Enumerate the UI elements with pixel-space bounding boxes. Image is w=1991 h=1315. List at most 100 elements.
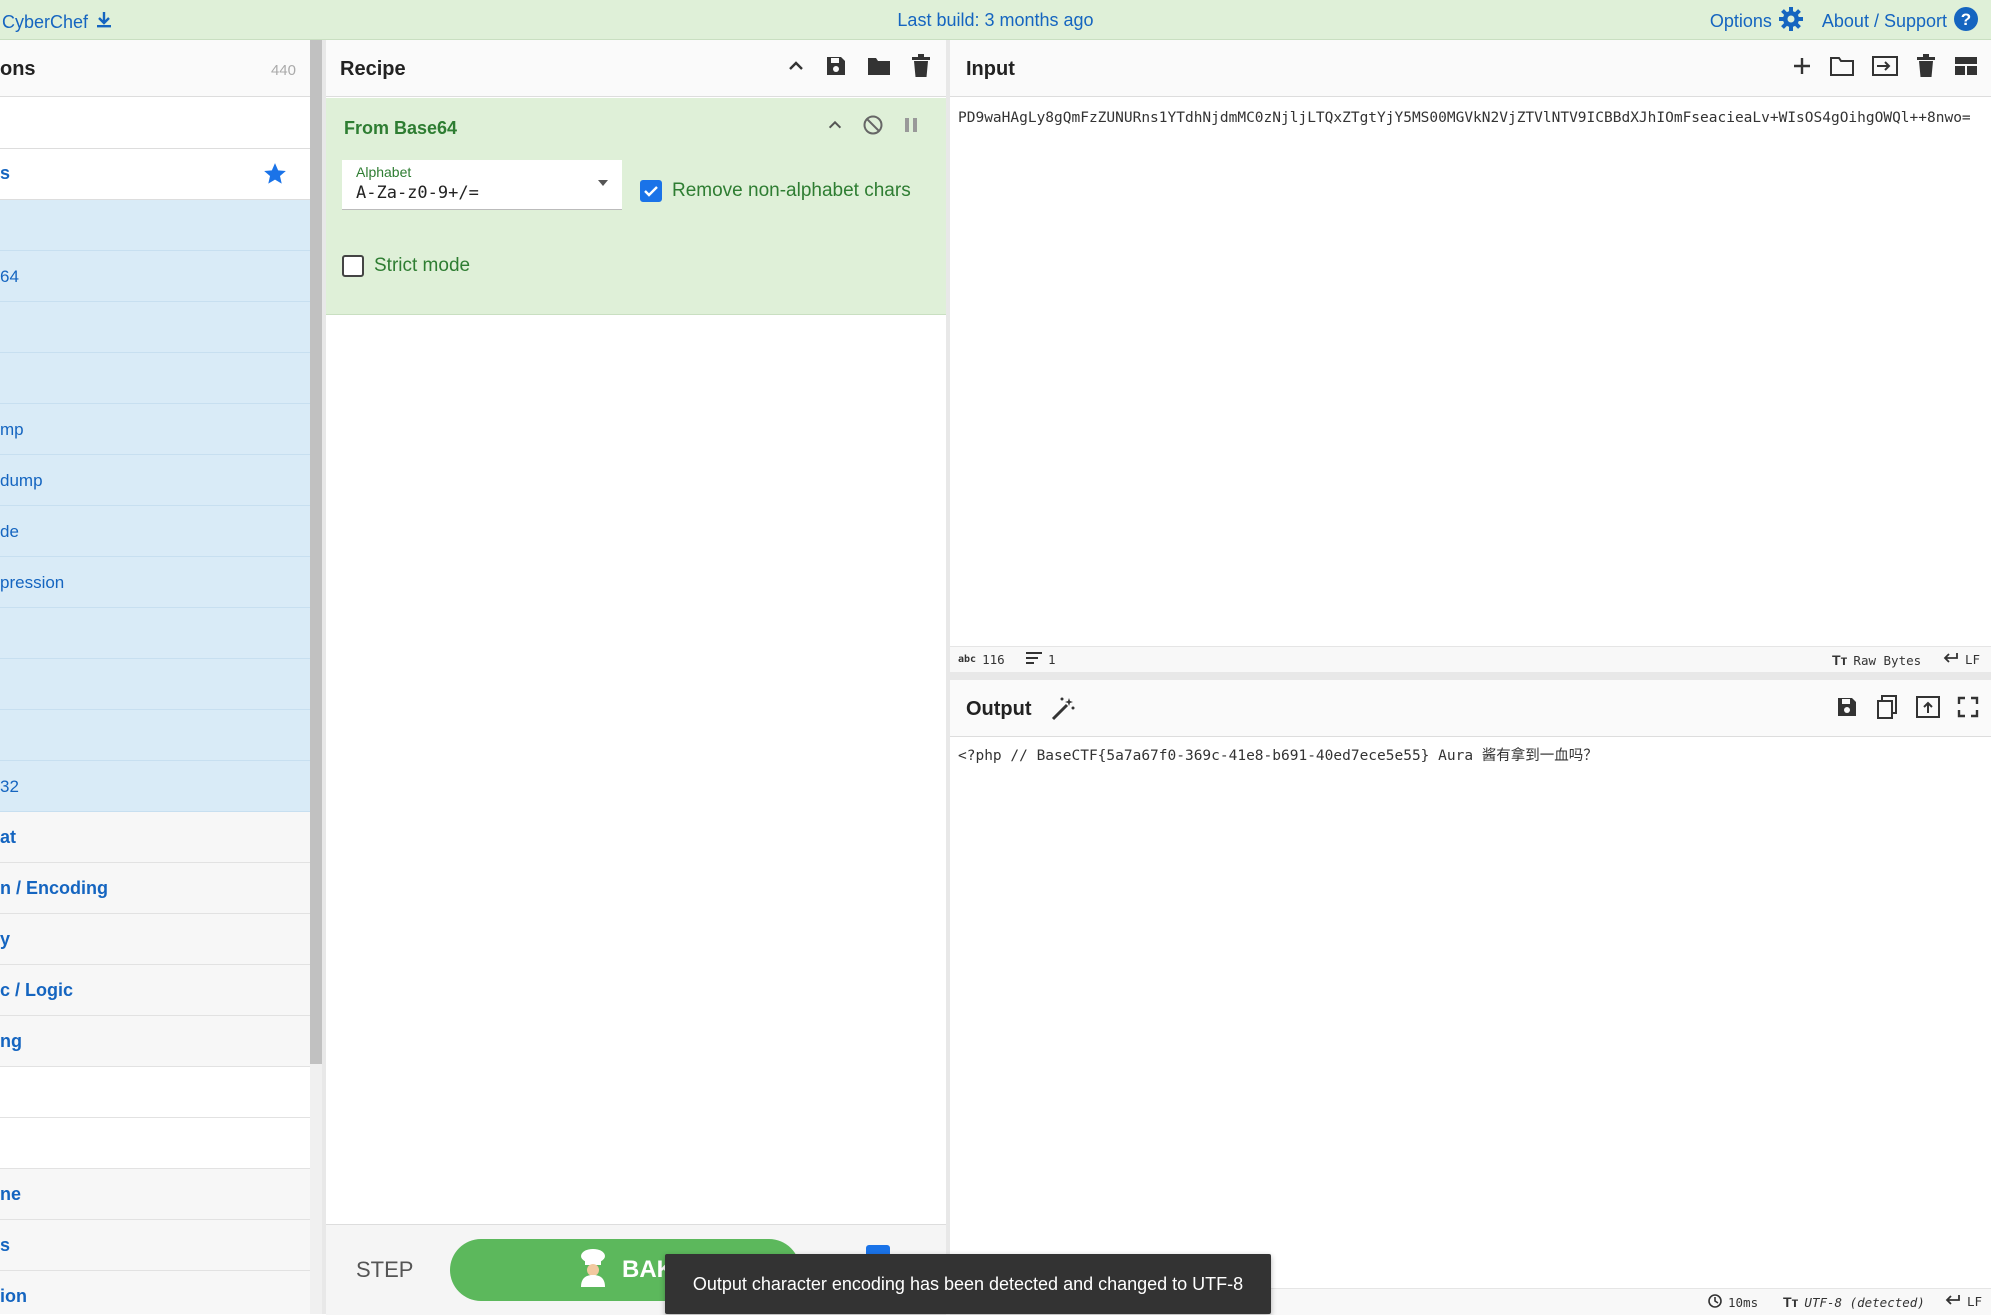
clear-input-icon[interactable] xyxy=(1915,54,1937,83)
line-count: 1 xyxy=(1048,652,1056,667)
operation-item[interactable] xyxy=(0,608,310,659)
gear-icon xyxy=(1778,6,1804,37)
step-button[interactable]: STEP xyxy=(356,1257,413,1283)
pause-icon[interactable] xyxy=(902,116,920,139)
recipe-header: Recipe xyxy=(326,40,946,97)
trash-icon[interactable] xyxy=(910,54,932,83)
output-encoding-button[interactable]: Tт UTF-8 (detected) xyxy=(1783,1294,1925,1310)
output-eol: LF xyxy=(1967,1294,1983,1309)
open-file-icon[interactable] xyxy=(1871,55,1899,82)
operation-item[interactable] xyxy=(0,200,310,251)
options-label: Options xyxy=(1709,11,1772,31)
return-icon xyxy=(1945,1294,1961,1309)
category-item[interactable] xyxy=(0,1067,310,1118)
recipe-operation-from-base64[interactable]: From Base64 Alphabet A-Za-z0-9+/= Remove… xyxy=(326,98,946,315)
operation-item[interactable] xyxy=(0,710,310,761)
open-folder-icon[interactable] xyxy=(1829,55,1855,82)
copy-icon[interactable] xyxy=(1875,694,1899,725)
operation-item[interactable]: mp xyxy=(0,404,310,455)
operations-pane: ons 440 s 64 mp dump de pression 32 at n… xyxy=(0,40,310,1314)
remove-non-alphabet-checkbox[interactable]: Remove non-alphabet chars xyxy=(640,180,911,202)
about-support-button[interactable]: About / Support ? xyxy=(1822,6,1979,37)
io-resize-handle[interactable] xyxy=(950,672,1991,680)
help-icon: ? xyxy=(1953,6,1979,37)
input-encoding-button[interactable]: Tт Raw Bytes xyxy=(1832,652,1921,668)
input-eol-button[interactable]: LF xyxy=(1943,652,1980,667)
replace-input-icon[interactable] xyxy=(1915,695,1941,724)
chef-icon xyxy=(576,1247,610,1294)
return-icon xyxy=(1943,652,1959,667)
chevron-up-icon[interactable] xyxy=(786,56,806,81)
star-icon[interactable] xyxy=(262,161,288,192)
operation-item[interactable]: 64 xyxy=(0,251,310,302)
save-output-icon[interactable] xyxy=(1835,695,1859,724)
input-header: Input xyxy=(950,40,1991,97)
operation-item[interactable] xyxy=(0,659,310,710)
input-eol: LF xyxy=(1965,652,1981,667)
fullscreen-icon[interactable] xyxy=(1957,696,1979,723)
category-item[interactable]: at xyxy=(0,812,310,863)
input-output-pane: Input PD9waHAgLy8gQmFzZUNURns1YTdhNjdmMC… xyxy=(950,40,1991,1315)
category-item[interactable]: ne xyxy=(0,1169,310,1220)
strict-mode-checkbox[interactable]: Strict mode xyxy=(342,255,470,277)
character-count-icon: abc xyxy=(958,654,977,665)
checkbox-checked[interactable] xyxy=(640,180,662,202)
operation-item[interactable]: 32 xyxy=(0,761,310,812)
svg-text:?: ? xyxy=(1961,10,1971,29)
operations-title: ons xyxy=(0,58,36,80)
magic-wand-icon[interactable] xyxy=(1050,696,1076,727)
input-textarea[interactable]: PD9waHAgLy8gQmFzZUNURns1YTdhNjdmMC0zNjlj… xyxy=(958,106,1988,130)
disable-icon[interactable] xyxy=(862,114,884,141)
save-icon[interactable] xyxy=(824,54,848,83)
remove-non-alphabet-label: Remove non-alphabet chars xyxy=(672,180,911,201)
operation-item[interactable] xyxy=(0,353,310,404)
category-item[interactable]: n / Encoding xyxy=(0,863,310,914)
alphabet-value: A-Za-z0-9+/= xyxy=(356,183,479,203)
app-name: CyberChef xyxy=(2,12,89,32)
checkbox-unchecked[interactable] xyxy=(342,255,364,277)
operations-header: ons 440 xyxy=(0,40,310,97)
output-header: Output xyxy=(950,680,1991,737)
folder-icon[interactable] xyxy=(866,54,892,83)
clock-icon xyxy=(1708,1294,1722,1311)
operations-scrollbar-thumb[interactable] xyxy=(310,40,322,1064)
line-count-icon xyxy=(1026,652,1042,667)
toast-notification[interactable]: Output character encoding has been detec… xyxy=(665,1254,1271,1314)
alphabet-select[interactable]: Alphabet A-Za-z0-9+/= xyxy=(342,160,622,210)
operations-search-input[interactable] xyxy=(0,97,310,149)
input-title: Input xyxy=(966,58,1015,80)
output-encoding: UTF-8 (detected) xyxy=(1804,1294,1925,1310)
category-item[interactable]: s xyxy=(0,1220,310,1271)
output-textarea[interactable]: <?php // BaseCTF{5a7a67f0-369c-41e8-b691… xyxy=(958,744,1988,768)
about-label: About / Support xyxy=(1821,11,1947,31)
recipe-pane: Recipe From Base64 Alphabet A-Za-z0-9+/=… xyxy=(326,40,946,1315)
category-item[interactable] xyxy=(0,1118,310,1169)
category-list: at n / Encoding y c / Logic ng ne s ion xyxy=(0,812,310,1314)
options-button[interactable]: Options xyxy=(1710,6,1804,37)
recipe-title: Recipe xyxy=(340,58,406,80)
app-title-link[interactable]: CyberChef xyxy=(2,10,114,35)
category-item[interactable]: ng xyxy=(0,1016,310,1067)
strict-mode-label: Strict mode xyxy=(374,255,471,276)
operation-item[interactable]: dump xyxy=(0,455,310,506)
toast-message: Output character encoding has been detec… xyxy=(692,1273,1244,1294)
chevron-up-icon[interactable] xyxy=(826,116,844,139)
download-icon[interactable] xyxy=(94,10,114,35)
favourite-operations-list: 64 mp dump de pression 32 xyxy=(0,200,310,812)
top-banner: CyberChef Last build: 3 months ago Optio… xyxy=(0,0,1991,40)
category-item[interactable]: y xyxy=(0,914,310,965)
operation-item[interactable]: de xyxy=(0,506,310,557)
output-eol-button[interactable]: LF xyxy=(1945,1294,1982,1309)
operation-item[interactable]: pression xyxy=(0,557,310,608)
category-item[interactable]: c / Logic xyxy=(0,965,310,1016)
input-encoding: Raw Bytes xyxy=(1853,652,1922,668)
layout-icon[interactable] xyxy=(1953,55,1979,82)
operation-name: From Base64 xyxy=(344,118,458,138)
bake-time: 10ms xyxy=(1728,1295,1759,1310)
category-item[interactable]: ion xyxy=(0,1271,310,1314)
favourites-category[interactable]: s xyxy=(0,149,310,200)
operation-item[interactable] xyxy=(0,302,310,353)
operations-count: 440 xyxy=(270,62,296,79)
text-format-icon: Tт xyxy=(1783,1294,1799,1310)
add-tab-icon[interactable] xyxy=(1791,55,1813,82)
